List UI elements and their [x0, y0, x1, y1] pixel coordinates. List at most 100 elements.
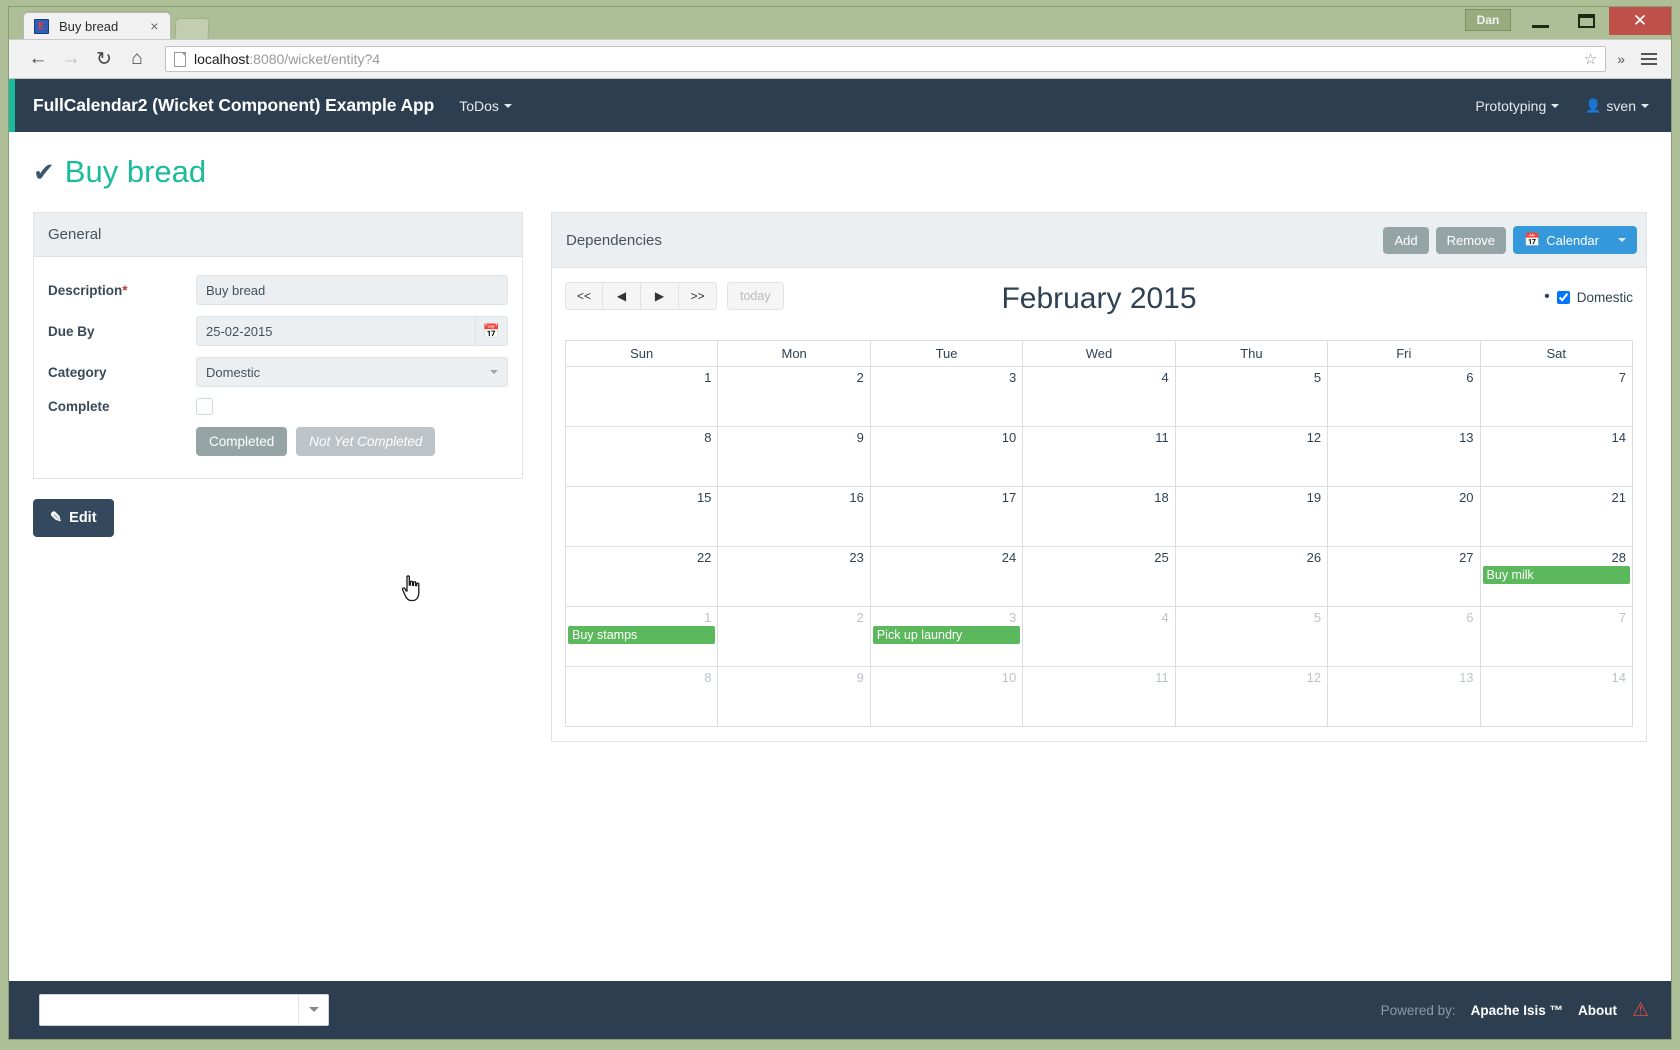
new-tab-button[interactable] [175, 18, 210, 39]
calendar-day-cell[interactable]: 5 [1174, 366, 1329, 427]
calendar-day-cell[interactable]: 5 [1174, 606, 1329, 667]
calendar-day-cell[interactable]: 19 [1174, 486, 1329, 547]
calendar-day-cell[interactable]: 6 [1327, 366, 1481, 427]
calendar-day-number: 22 [696, 550, 712, 565]
browser-tab[interactable]: E Buy bread × [23, 12, 172, 39]
calendar-day-cell[interactable]: 16 [717, 486, 871, 547]
legend-domestic-checkbox[interactable] [1556, 290, 1570, 304]
calendar-day-cell[interactable]: 23 [717, 546, 871, 607]
calendar-day-cell[interactable]: 11 [1022, 426, 1176, 487]
calendar-day-cell[interactable]: 12 [1174, 426, 1329, 487]
nav-item-prototyping[interactable]: Prototyping [1475, 98, 1560, 114]
overflow-chevron-icon[interactable]: » [1617, 51, 1625, 67]
calendar-day-cell[interactable]: 8 [564, 666, 719, 727]
about-link[interactable]: About [1578, 1003, 1617, 1018]
dan-button[interactable]: Dan [1465, 9, 1511, 31]
calendar-day-cell[interactable]: 26 [1174, 546, 1329, 607]
complete-checkbox[interactable] [196, 398, 213, 415]
prev-year-button[interactable]: << [565, 282, 603, 310]
category-select[interactable]: Domestic [196, 357, 508, 387]
calendar-event[interactable]: Buy stamps [568, 626, 716, 644]
calendar-day-cell[interactable]: 22 [564, 546, 719, 607]
calendar-day-cell[interactable]: 1 [564, 366, 719, 427]
calendar-event[interactable]: Buy milk [1482, 566, 1630, 584]
calendar-day-cell[interactable]: 28 Buy milk [1479, 546, 1634, 607]
calendar-day-cell[interactable]: 6 [1327, 606, 1481, 667]
calendar-day-cell[interactable]: 10 [869, 666, 1024, 727]
home-icon[interactable]: ⌂ [122, 45, 152, 73]
calendar-day-cell[interactable]: 3 Pick up laundry [869, 606, 1024, 667]
calendar-day-cell[interactable]: 13 [1327, 426, 1481, 487]
calendar-day-cell[interactable]: 21 [1479, 486, 1634, 547]
maximize-button[interactable] [1563, 7, 1609, 35]
calendar-day-cell[interactable]: 25 [1022, 546, 1176, 607]
hamburger-menu-icon[interactable] [1639, 53, 1657, 65]
calendar-day-cell[interactable]: 1 Buy stamps [564, 606, 719, 667]
calendar-day-cell[interactable]: 2 [717, 366, 871, 427]
dependencies-heading: Dependencies [566, 231, 662, 249]
left-column: General Description* Buy bread Due By 25… [33, 212, 523, 537]
not-yet-completed-button[interactable]: Not Yet Completed [296, 427, 436, 456]
favicon-icon: E [34, 18, 49, 34]
add-button[interactable]: Add [1383, 226, 1429, 254]
calendar-day-cell[interactable]: 12 [1174, 666, 1329, 727]
calendar-day-cell[interactable]: 2 [717, 606, 871, 667]
calendar-day-cell[interactable]: 14 [1479, 426, 1634, 487]
minimize-button[interactable] [1517, 7, 1563, 35]
dueby-input[interactable]: 25-02-2015 [196, 316, 476, 346]
next-year-button[interactable]: >> [679, 282, 717, 310]
calendar-day-cell[interactable]: 4 [1022, 366, 1176, 427]
field-row-description: Description* Buy bread [48, 275, 508, 305]
calendar-day-cell[interactable]: 27 [1327, 546, 1481, 607]
nav-item-user[interactable]: 👤 sven [1585, 98, 1649, 114]
today-button[interactable]: today [727, 282, 784, 310]
calendar-day-cell[interactable]: 3 [869, 366, 1024, 427]
apache-isis-link[interactable]: Apache Isis ™ [1471, 1003, 1563, 1018]
calendar-title: February 2015 [1001, 282, 1197, 315]
calendar-day-number: 10 [1001, 430, 1017, 445]
calendar-day-cell[interactable]: 7 [1479, 366, 1634, 427]
calendar-day-cell[interactable]: 17 [869, 486, 1024, 547]
close-button[interactable]: ✕ [1609, 7, 1671, 35]
calendar-day-cell[interactable]: 8 [564, 426, 719, 487]
edit-button[interactable]: ✎ Edit [33, 499, 114, 537]
calendar-day-cell[interactable]: 18 [1022, 486, 1176, 547]
calendar-toolbar: << ◀ ▶ >> today February 2015 • Domestic [565, 282, 1633, 338]
tab-title: Buy bread [59, 18, 119, 34]
prev-month-button[interactable]: ◀ [603, 282, 641, 310]
calendar-day-number: 6 [1466, 610, 1474, 625]
nav-item-todos[interactable]: ToDos [459, 98, 512, 114]
calendar-icon[interactable]: 📅 [476, 316, 508, 346]
calendar-day-cell[interactable]: 20 [1327, 486, 1481, 547]
calendar-event[interactable]: Pick up laundry [872, 626, 1021, 644]
calendar-day-cell[interactable]: 24 [869, 546, 1024, 607]
back-icon[interactable]: ← [23, 45, 53, 73]
reload-icon[interactable]: ↻ [89, 45, 119, 73]
calendar-day-cell[interactable]: 13 [1327, 666, 1481, 727]
footer-select[interactable] [39, 994, 329, 1026]
calendar-day-cell[interactable]: 11 [1022, 666, 1176, 727]
calendar-day-cell[interactable]: 7 [1479, 606, 1634, 667]
calendar-day-cell[interactable]: 4 [1022, 606, 1176, 667]
next-month-button[interactable]: ▶ [641, 282, 679, 310]
remove-button[interactable]: Remove [1435, 226, 1507, 254]
url-path: :8080/wicket/entity?4 [249, 51, 381, 67]
app-brand[interactable]: FullCalendar2 (Wicket Component) Example… [33, 95, 434, 116]
description-label-text: Description [48, 282, 123, 298]
calendar-day-cell[interactable]: 14 [1479, 666, 1634, 727]
description-input[interactable]: Buy bread [196, 275, 508, 305]
completed-button[interactable]: Completed [196, 427, 288, 456]
calendar-day-cell[interactable]: 9 [717, 426, 871, 487]
description-label: Description* [48, 283, 196, 298]
calendar-day-number: 5 [1313, 610, 1322, 625]
calendar-day-number: 9 [856, 670, 864, 685]
calendar-day-cell[interactable]: 10 [869, 426, 1024, 487]
tab-close-icon[interactable]: × [150, 19, 158, 33]
address-bar[interactable]: localhost:8080/wicket/entity?4 ☆ [165, 46, 1607, 72]
bookmark-star-icon[interactable]: ☆ [1584, 50, 1597, 68]
calendar-week-row: 1 Buy stamps 2 3 Pick up laundry 4 5 6 7 [564, 606, 1634, 667]
calendar-day-cell[interactable]: 15 [564, 486, 719, 547]
calendar-day-cell[interactable]: 9 [717, 666, 871, 727]
calendar-view-button[interactable]: 📅 Calendar [1513, 226, 1637, 254]
forward-icon[interactable]: → [56, 45, 86, 73]
